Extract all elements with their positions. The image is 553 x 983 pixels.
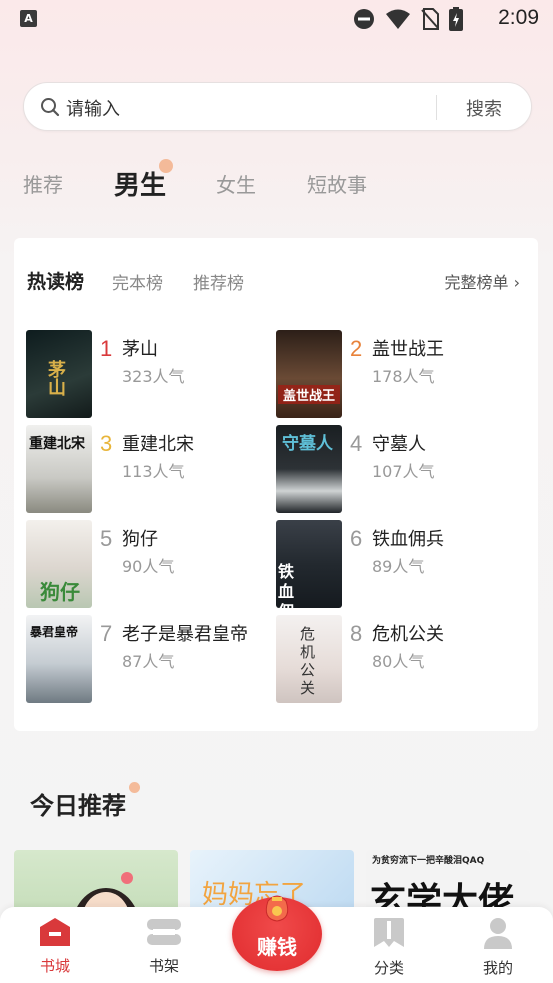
book-title: 守墓人	[372, 434, 426, 455]
search-divider	[436, 95, 437, 120]
search-button[interactable]: 搜索	[466, 95, 502, 121]
ranking-book-item[interactable]: 危机公关 8 危机公关 80人气	[276, 615, 516, 703]
red-envelope-icon	[265, 895, 289, 922]
earn-money-label: 赚钱	[257, 935, 297, 959]
nav-bookshelf[interactable]: 书架	[129, 917, 199, 976]
book-cover: 狗仔	[26, 520, 92, 608]
book-cover: 暴君皇帝	[26, 615, 92, 703]
book-cover: 危机公关	[276, 615, 342, 703]
rank-tab-finished[interactable]: 完本榜	[112, 269, 163, 294]
full-ranking-link[interactable]: 完整榜单 ›	[445, 269, 521, 293]
nav-label: 书城	[39, 957, 70, 975]
book-popularity: 323人气	[122, 367, 185, 386]
book-title: 老子是暴君皇帝	[122, 624, 248, 645]
book-cover: 守墓人	[276, 425, 342, 513]
search-input[interactable]: 请输入	[66, 95, 120, 121]
ranking-book-item[interactable]: 铁血佣兵 6 铁血佣兵 89人气	[276, 520, 516, 608]
cover-title: 狗仔	[40, 580, 80, 604]
book-title: 狗仔	[122, 529, 158, 550]
book-cover: 重建北宋	[26, 425, 92, 513]
book-cover: 铁血佣兵	[276, 520, 342, 608]
rank-tab-recommend[interactable]: 推荐榜	[193, 269, 244, 294]
book-popularity: 90人气	[122, 557, 175, 576]
nav-category[interactable]: 分类	[354, 917, 424, 978]
book-popularity: 87人气	[122, 652, 175, 671]
tab-recommend[interactable]: 推荐	[23, 169, 63, 198]
rank-number: 6	[350, 526, 363, 551]
tab-female[interactable]: 女生	[216, 169, 256, 198]
cover-title: 危机公关	[300, 625, 316, 697]
wifi-icon	[386, 9, 410, 29]
bookstore-icon	[40, 918, 70, 946]
book-cover: 盖世战王	[276, 330, 342, 418]
earn-money-button[interactable]: 赚钱	[232, 895, 322, 971]
search-bar[interactable]: 请输入 搜索	[23, 82, 532, 131]
ranking-book-item[interactable]: 守墓人 4 守墓人 107人气	[276, 425, 516, 513]
search-icon	[41, 98, 60, 117]
recommend-card-subtitle: 为贫穷流下一把辛酸泪QAQ	[372, 856, 485, 866]
today-recommend-title: 今日推荐	[30, 792, 126, 820]
rank-number: 4	[350, 431, 363, 456]
do-not-disturb-icon	[354, 9, 374, 29]
bookshelf-icon	[147, 919, 181, 945]
nav-bookstore[interactable]: 书城	[20, 917, 90, 976]
book-popularity: 89人气	[372, 557, 425, 576]
ranking-card: 热读榜 完本榜 推荐榜 完整榜单 › 茅山 1 茅山 323人气 盖世战王 2 …	[14, 238, 538, 731]
nav-label: 书架	[148, 957, 179, 975]
rank-number: 1	[100, 336, 113, 361]
rank-number: 8	[350, 621, 363, 646]
ranking-book-item[interactable]: 重建北宋 3 重建北宋 113人气	[26, 425, 266, 513]
rank-number: 5	[100, 526, 113, 551]
cover-title: 暴君皇帝	[30, 625, 79, 639]
tab-male[interactable]: 男生	[114, 165, 166, 202]
book-popularity: 178人气	[372, 367, 435, 386]
nav-label: 分类	[373, 959, 404, 977]
cover-title: 铁血佣兵	[278, 562, 295, 608]
section-dot	[129, 782, 140, 793]
book-title: 铁血佣兵	[372, 529, 444, 550]
ranking-book-item[interactable]: 狗仔 5 狗仔 90人气	[26, 520, 266, 608]
ranking-book-item[interactable]: 暴君皇帝 7 老子是暴君皇帝 87人气	[26, 615, 266, 703]
status-icons	[353, 7, 463, 31]
nav-profile[interactable]: 我的	[463, 917, 533, 978]
rank-number: 2	[350, 336, 363, 361]
nav-label: 我的	[482, 959, 513, 977]
cover-title: 盖世战王	[278, 385, 340, 404]
status-time: 2:09	[498, 6, 539, 29]
status-bar: A 2:09	[0, 0, 553, 38]
cover-title: 重建北宋	[29, 436, 85, 452]
rank-tab-hot[interactable]: 热读榜	[27, 267, 84, 294]
rank-number: 3	[100, 431, 113, 456]
ranking-book-item[interactable]: 盖世战王 2 盖世战王 178人气	[276, 330, 516, 418]
book-title: 盖世战王	[372, 339, 444, 360]
book-popularity: 80人气	[372, 652, 425, 671]
book-cover: 茅山	[26, 330, 92, 418]
book-title: 茅山	[122, 339, 158, 360]
book-title: 重建北宋	[122, 434, 194, 455]
cover-title: 守墓人	[282, 434, 333, 454]
tab-short-story[interactable]: 短故事	[307, 169, 367, 198]
category-icon	[374, 918, 404, 947]
tab-active-dot	[159, 159, 173, 173]
book-title: 危机公关	[372, 624, 444, 645]
cover-title: 茅山	[45, 360, 66, 396]
battery-icon	[449, 7, 463, 31]
profile-icon	[484, 918, 512, 949]
no-sim-icon	[421, 8, 439, 30]
book-popularity: 113人气	[122, 462, 185, 481]
rank-number: 7	[100, 621, 113, 646]
app-notification-icon: A	[20, 10, 37, 27]
ranking-book-item[interactable]: 茅山 1 茅山 323人气	[26, 330, 266, 418]
book-popularity: 107人气	[372, 462, 435, 481]
